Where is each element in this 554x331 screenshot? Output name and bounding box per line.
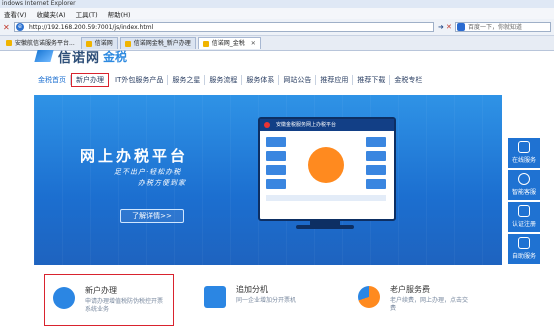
- screen-tile: [266, 179, 286, 189]
- monitor-icon: [518, 141, 530, 153]
- service-desc: 申请办理增值税防伪税控开票系统业务: [85, 298, 164, 313]
- service-title: 老户服务费: [390, 285, 430, 294]
- address-toolbar: ✕ http://192.168.200.59:7001/js/index.ht…: [0, 19, 554, 36]
- banner-subtitle-1: 足不出户·轻松办税: [114, 168, 182, 176]
- screen-tile: [366, 151, 386, 161]
- services-row: 新户办理 申请办理增值税防伪税控开票系统业务 追加分机 同一企业增加分开票机 老…: [34, 274, 502, 331]
- service-title: 追加分机: [236, 285, 268, 294]
- user-group-icon: [53, 287, 75, 309]
- nav-jinshui-column[interactable]: 金税专栏: [390, 75, 426, 85]
- tab-label: 信诺网金税_新户办理: [133, 40, 191, 47]
- site-logo[interactable]: 信诺网 金税: [34, 49, 128, 66]
- stop-icon[interactable]: ✕: [3, 23, 12, 32]
- address-input[interactable]: http://192.168.200.59:7001/js/index.html: [14, 22, 434, 32]
- menu-help[interactable]: 帮助(H): [108, 9, 131, 19]
- screen-center-graphic: [308, 147, 344, 183]
- main-nav: 金税首页 新户办理 IT外包服务产品 服务之星 服务流程 服务体系 网站公告 推…: [34, 73, 426, 87]
- nav-service-star[interactable]: 服务之星: [168, 75, 206, 85]
- service-new-account[interactable]: 新户办理 申请办理增值税防伪税控开票系统业务: [44, 274, 174, 326]
- monitor-title: 安徽金税服务网上办税平台: [260, 119, 394, 131]
- service-desc: 老户续费，网上办理，点击交费: [390, 297, 469, 312]
- search-input[interactable]: 百度一下，你就知道: [455, 22, 551, 32]
- logo-mark-icon: [34, 50, 54, 62]
- screen-tile: [266, 137, 286, 147]
- screen-footer-bar: [266, 195, 386, 201]
- screen-tile: [366, 179, 386, 189]
- tab-new-account[interactable]: 信诺网金税_新户办理: [119, 37, 196, 49]
- screen-tile: [266, 151, 286, 161]
- sidebar-smart-support[interactable]: 智能客服: [508, 170, 540, 200]
- nav-new-account[interactable]: 新户办理: [71, 73, 109, 87]
- banner-subtitle-2: 办税方便到家: [138, 179, 186, 187]
- sidebar-self-service[interactable]: 自助服务: [508, 234, 540, 264]
- site-header: 信诺网 金税 金税首页 新户办理 IT外包服务产品 服务之星 服务流程 服务体系…: [0, 49, 554, 95]
- sidebar-online-service[interactable]: 在线服务: [508, 138, 540, 168]
- tab-label: 信诺网_金税: [211, 40, 245, 47]
- nav-service-system[interactable]: 服务体系: [242, 75, 280, 85]
- logo-text-2: 金税: [103, 49, 128, 64]
- hero-banner: 网上办税平台 足不出户·轻松办税 办税方便到家 了解详情>> 安徽金税服务网上办…: [34, 95, 502, 265]
- learn-more-button[interactable]: 了解详情>>: [120, 209, 184, 223]
- nav-service-flow[interactable]: 服务流程: [205, 75, 243, 85]
- tab-jinshui-active[interactable]: 信诺网_金税 ✕: [197, 37, 261, 49]
- nav-it-outsourcing[interactable]: IT外包服务产品: [111, 75, 169, 85]
- page-icon: [124, 40, 131, 47]
- screen-tile: [266, 165, 286, 175]
- sidebar-label: 在线服务: [511, 157, 536, 164]
- sidebar-label: 认证注册: [511, 221, 536, 228]
- document-icon: [518, 237, 530, 249]
- service-renewal-fee[interactable]: 老户服务费 老户续费，网上办理，点击交费: [350, 274, 490, 324]
- headset-icon: [518, 173, 530, 185]
- ie-page-icon: e: [16, 23, 24, 31]
- service-title: 新户办理: [85, 286, 117, 295]
- server-icon: [204, 286, 226, 308]
- sidebar-label: 自助服务: [511, 253, 536, 260]
- pie-chart-icon: [358, 286, 380, 308]
- page-icon: [202, 40, 209, 47]
- nav-downloads[interactable]: 推荐下载: [353, 75, 391, 85]
- sidebar-register[interactable]: 认证注册: [508, 202, 540, 232]
- menu-favorites[interactable]: 收藏夹(A): [37, 9, 66, 19]
- window-title: indows Internet Explorer: [0, 0, 554, 8]
- nav-recommended-apps[interactable]: 推荐应用: [316, 75, 354, 85]
- nav-announcements[interactable]: 网站公告: [279, 75, 317, 85]
- menu-tools[interactable]: 工具(T): [76, 9, 98, 19]
- edit-icon: [518, 205, 530, 217]
- close-search-icon[interactable]: ✕: [446, 23, 455, 32]
- service-add-extension[interactable]: 追加分机 同一企业增加分开票机: [196, 274, 336, 324]
- close-tab-icon[interactable]: ✕: [251, 38, 256, 49]
- screen-tile: [366, 165, 386, 175]
- logo-text: 信诺网: [58, 50, 101, 66]
- search-provider-icon: [457, 23, 465, 31]
- favorite-star-icon: [6, 40, 12, 46]
- monitor-illustration: 安徽金税服务网上办税平台: [258, 117, 396, 221]
- sidebar-label: 智能客服: [511, 189, 536, 196]
- banner-title: 网上办税平台: [80, 147, 189, 165]
- nav-home[interactable]: 金税首页: [34, 75, 71, 85]
- screen-tile: [366, 137, 386, 147]
- monitor-base: [296, 225, 354, 229]
- menu-view[interactable]: 查看(V): [4, 9, 27, 19]
- monitor-screen: [266, 137, 386, 207]
- service-desc: 同一企业增加分开票机: [236, 297, 297, 304]
